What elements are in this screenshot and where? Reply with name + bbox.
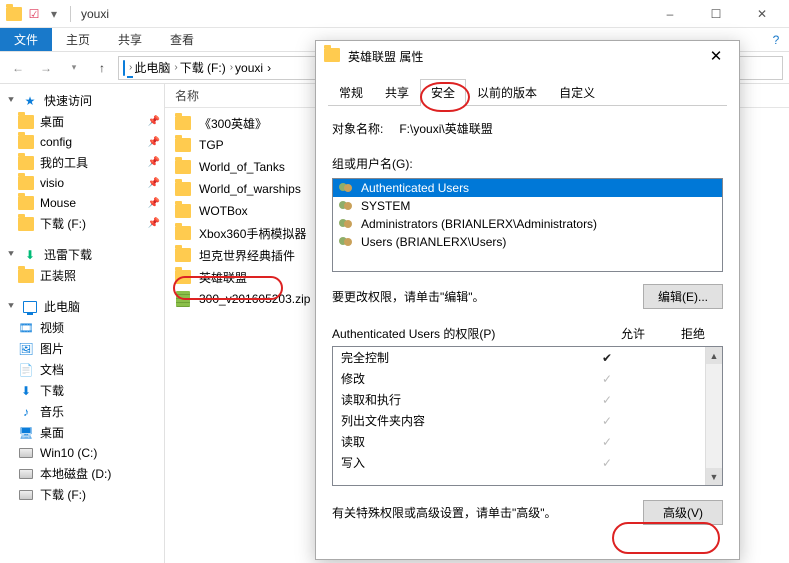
- nav-item[interactable]: 🖼图片: [0, 338, 164, 359]
- dialog-tabs: 常规共享安全以前的版本自定义: [328, 79, 727, 106]
- group-users-label: 组或用户名(G):: [332, 155, 723, 172]
- nav-item[interactable]: 🖥桌面: [0, 422, 164, 443]
- object-name-value: F:\youxi\英雄联盟: [399, 120, 492, 137]
- check-icon: ✓: [577, 456, 637, 470]
- nav-item[interactable]: 🎞视频: [0, 317, 164, 338]
- ribbon-tab[interactable]: 共享: [104, 28, 156, 51]
- nav-xunlei[interactable]: ⯆⬇迅雷下载: [0, 244, 164, 265]
- advanced-button[interactable]: 高级(V): [643, 500, 723, 525]
- scroll-down-icon[interactable]: ▼: [706, 468, 722, 485]
- check-icon: ✓: [577, 372, 637, 386]
- nav-up-button[interactable]: ↑: [90, 56, 114, 80]
- nav-history-button[interactable]: ▾: [62, 56, 86, 80]
- check-icon: ✔: [577, 351, 637, 365]
- overflow-icon[interactable]: ▾: [46, 6, 62, 22]
- allow-header: 允许: [603, 325, 663, 342]
- folder-icon: [324, 48, 340, 65]
- permission-row: 读取✓: [333, 431, 705, 452]
- nav-item[interactable]: ⬇下载: [0, 380, 164, 401]
- nav-item[interactable]: Win10 (C:): [0, 443, 164, 463]
- scrollbar[interactable]: ▲ ▼: [705, 347, 722, 485]
- nav-item[interactable]: 本地磁盘 (D:): [0, 463, 164, 484]
- minimize-button[interactable]: –: [647, 0, 693, 28]
- check-icon: ✓: [577, 393, 637, 407]
- dialog-tab[interactable]: 以前的版本: [466, 79, 548, 106]
- user-list-item[interactable]: Authenticated Users: [333, 179, 722, 197]
- check-icon: ✓: [577, 435, 637, 449]
- nav-item[interactable]: 下载 (F:): [0, 484, 164, 505]
- nav-forward-button[interactable]: →: [34, 56, 58, 80]
- edit-button[interactable]: 编辑(E)...: [643, 284, 723, 309]
- dialog-close-button[interactable]: ✕: [701, 41, 731, 71]
- checkbox-icon[interactable]: ☑: [26, 6, 42, 22]
- scroll-up-icon[interactable]: ▲: [706, 347, 722, 364]
- user-list-item[interactable]: SYSTEM: [333, 197, 722, 215]
- close-button[interactable]: ✕: [739, 0, 785, 28]
- folder-icon: [6, 6, 22, 22]
- nav-item[interactable]: 正装照: [0, 265, 164, 286]
- maximize-button[interactable]: ☐: [693, 0, 739, 28]
- nav-item[interactable]: config📌: [0, 132, 164, 152]
- object-name-label: 对象名称:: [332, 120, 383, 137]
- dialog-tab[interactable]: 安全: [420, 79, 466, 106]
- nav-pane[interactable]: ⯆★快速访问 桌面📌config📌我的工具📌visio📌Mouse📌下载 (F:…: [0, 84, 165, 563]
- nav-back-button[interactable]: ←: [6, 56, 30, 80]
- permission-row: 列出文件夹内容✓: [333, 410, 705, 431]
- nav-this-pc[interactable]: ⯆此电脑: [0, 296, 164, 317]
- dialog-tab[interactable]: 常规: [328, 79, 374, 106]
- explorer-titlebar: ☑ ▾ youxi – ☐ ✕: [0, 0, 789, 28]
- permission-row: 读取和执行✓: [333, 389, 705, 410]
- breadcrumb-item[interactable]: ›youxi: [228, 61, 265, 75]
- breadcrumb-item[interactable]: ›此电脑: [127, 59, 172, 76]
- nav-item[interactable]: ♪音乐: [0, 401, 164, 422]
- nav-item[interactable]: 下载 (F:)📌: [0, 213, 164, 234]
- permissions-listbox[interactable]: 完全控制✔修改✓读取和执行✓列出文件夹内容✓读取✓写入✓ ▲ ▼: [332, 346, 723, 486]
- users-icon: [339, 181, 355, 195]
- breadcrumb-item[interactable]: ›下载 (F:): [172, 59, 227, 76]
- nav-item[interactable]: 桌面📌: [0, 111, 164, 132]
- nav-item[interactable]: 我的工具📌: [0, 152, 164, 173]
- check-icon: ✓: [577, 414, 637, 428]
- nav-item[interactable]: 📄文档: [0, 359, 164, 380]
- permission-row: 写入✓: [333, 452, 705, 473]
- nav-item[interactable]: Mouse📌: [0, 193, 164, 213]
- edit-hint: 要更改权限，请单击"编辑"。: [332, 288, 635, 305]
- dialog-tab[interactable]: 共享: [374, 79, 420, 106]
- permission-row: 修改✓: [333, 368, 705, 389]
- users-icon: [339, 235, 355, 249]
- pc-icon: [123, 61, 125, 75]
- ribbon-file-tab[interactable]: 文件: [0, 28, 52, 51]
- ribbon-tab[interactable]: 查看: [156, 28, 208, 51]
- titlebar-path: youxi: [81, 7, 109, 21]
- users-icon: [339, 217, 355, 231]
- users-icon: [339, 199, 355, 213]
- dialog-titlebar[interactable]: 英雄联盟 属性 ✕: [316, 41, 739, 71]
- deny-header: 拒绝: [663, 325, 723, 342]
- properties-dialog: 英雄联盟 属性 ✕ 常规共享安全以前的版本自定义 对象名称: F:\youxi\…: [315, 40, 740, 560]
- ribbon-tab[interactable]: 主页: [52, 28, 104, 51]
- advanced-hint: 有关特殊权限或高级设置，请单击"高级"。: [332, 504, 635, 521]
- nav-item[interactable]: visio📌: [0, 173, 164, 193]
- dialog-title: 英雄联盟 属性: [348, 48, 423, 65]
- permissions-header: Authenticated Users 的权限(P): [332, 325, 603, 342]
- user-list-item[interactable]: Administrators (BRIANLERX\Administrators…: [333, 215, 722, 233]
- permission-row: 完全控制✔: [333, 347, 705, 368]
- help-icon[interactable]: ?: [763, 28, 789, 51]
- nav-quick-access[interactable]: ⯆★快速访问: [0, 90, 164, 111]
- dialog-tab[interactable]: 自定义: [548, 79, 606, 106]
- users-listbox[interactable]: Authenticated UsersSYSTEMAdministrators …: [332, 178, 723, 272]
- user-list-item[interactable]: Users (BRIANLERX\Users): [333, 233, 722, 251]
